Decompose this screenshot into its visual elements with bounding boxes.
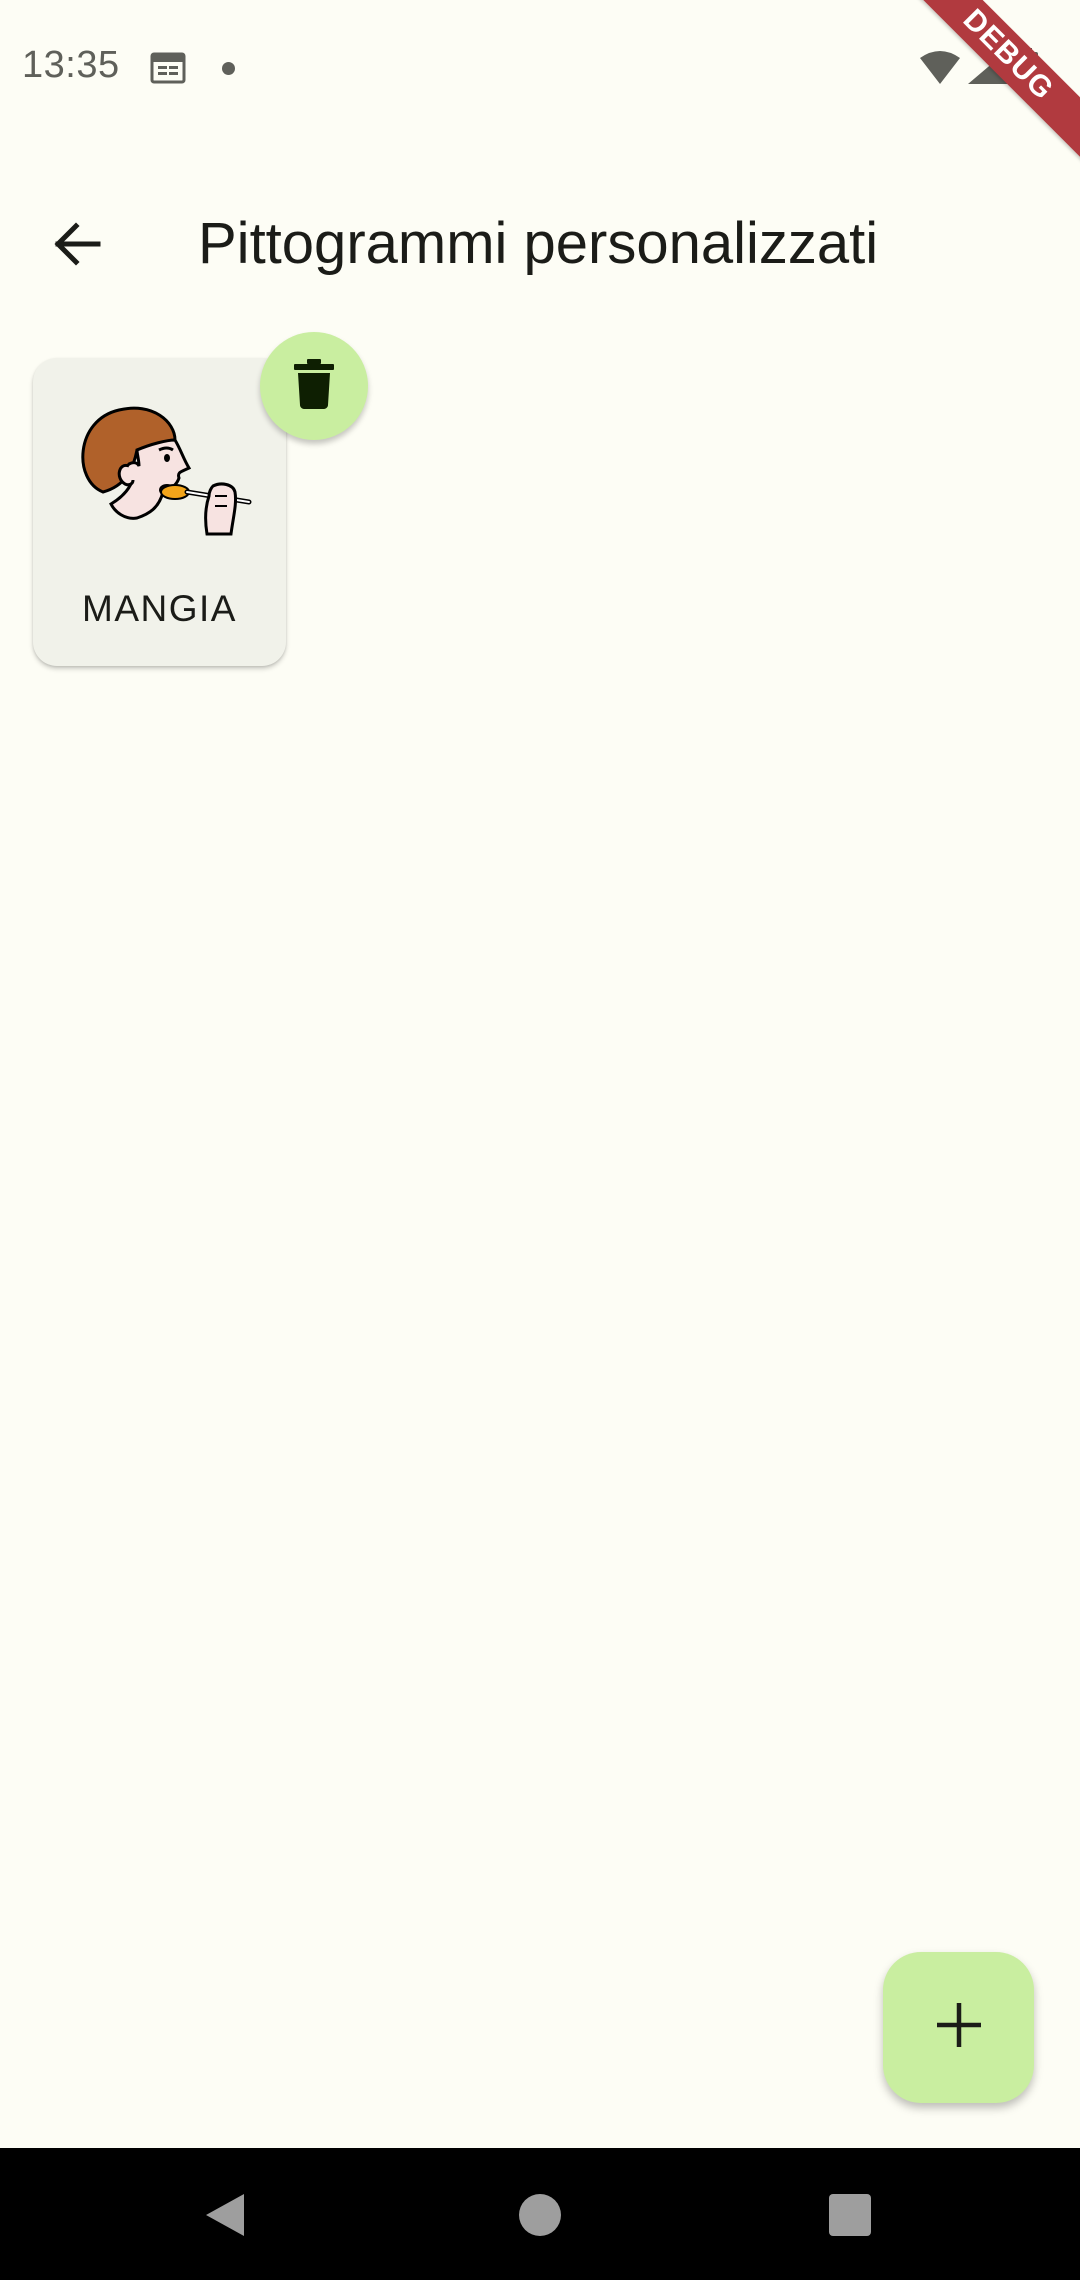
arrow-back-icon xyxy=(50,218,102,275)
nav-back-icon[interactable] xyxy=(204,2192,248,2238)
debug-banner-label: DEBUG xyxy=(910,0,1080,169)
nav-home-icon[interactable] xyxy=(519,2194,561,2236)
notification-dot-icon xyxy=(222,62,235,75)
page-title: Pittogrammi personalizzati xyxy=(198,211,879,276)
add-pictogram-button[interactable] xyxy=(883,1952,1034,2103)
debug-banner: DEBUG xyxy=(910,0,1080,170)
plus-icon xyxy=(936,2002,981,2052)
status-time: 13:35 xyxy=(22,44,120,86)
delete-pictogram-button[interactable] xyxy=(260,332,368,440)
calendar-icon xyxy=(150,50,186,84)
back-button[interactable] xyxy=(36,206,116,286)
trash-icon xyxy=(294,358,334,414)
pictogram-image xyxy=(63,400,263,550)
pictogram-label: MANGIA xyxy=(82,588,237,629)
navigation-bar xyxy=(0,2148,1080,2280)
nav-recents-icon[interactable] xyxy=(829,2194,871,2236)
pictogram-card[interactable]: MANGIA xyxy=(33,358,286,666)
